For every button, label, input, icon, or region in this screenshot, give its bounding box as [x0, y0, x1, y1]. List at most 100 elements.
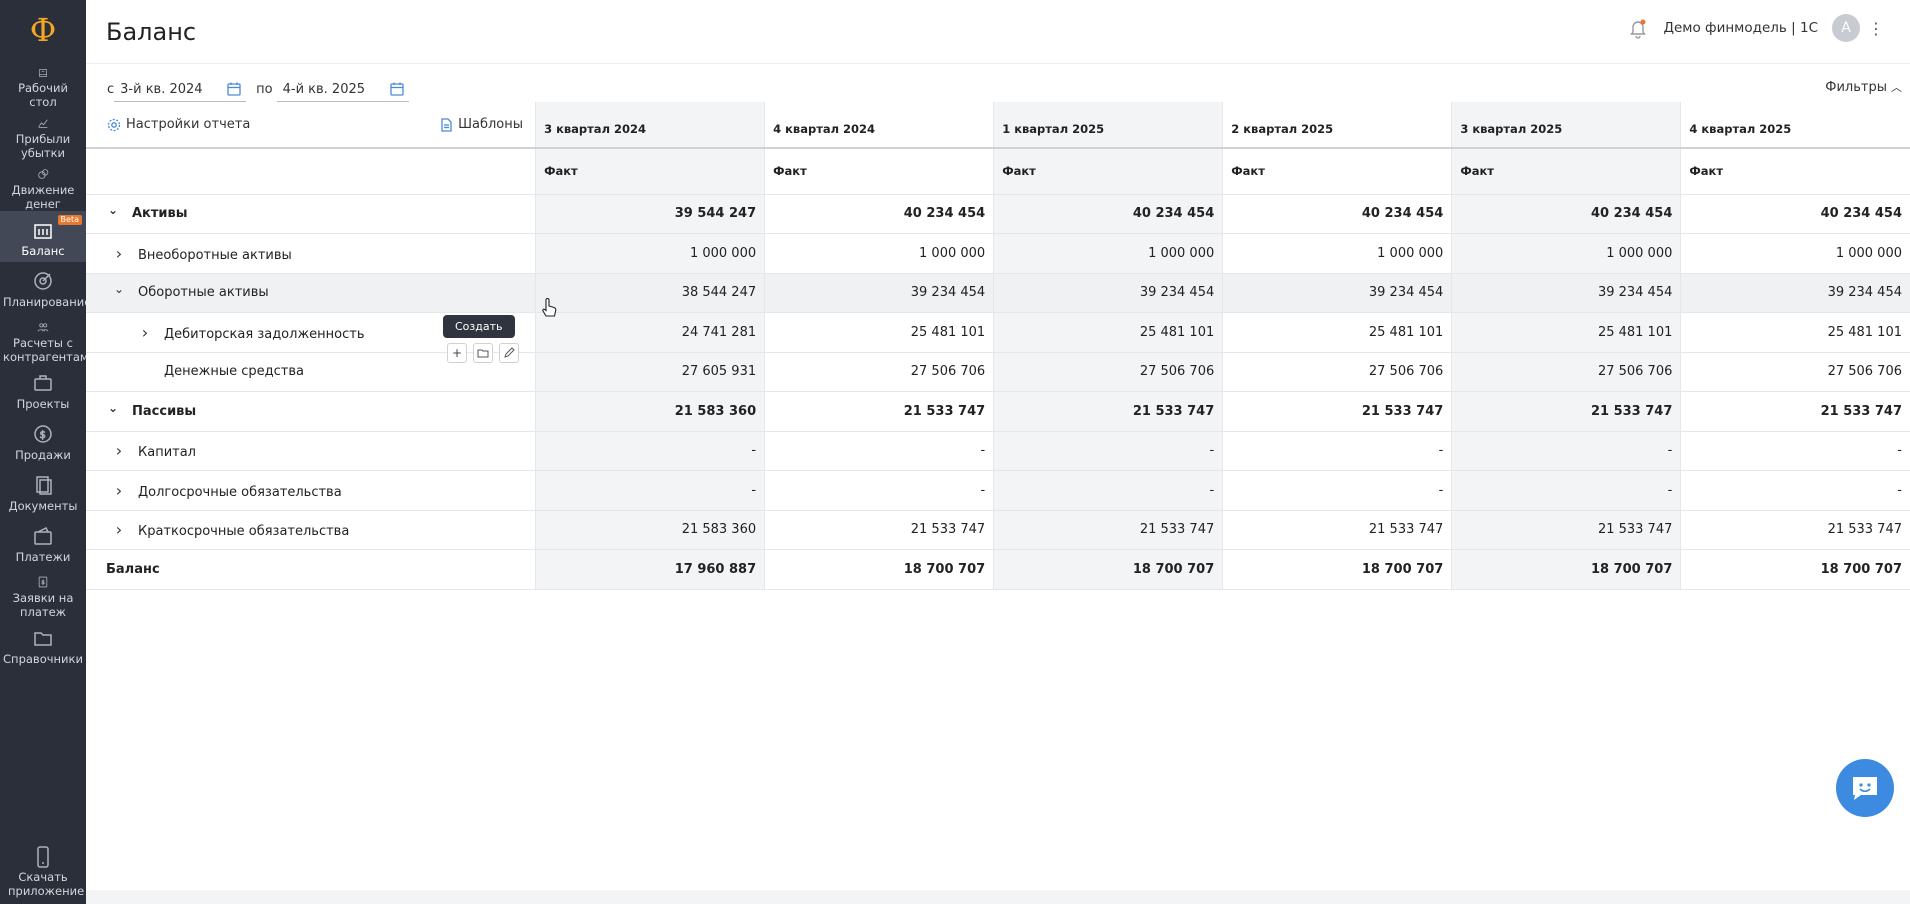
organization-name[interactable]: Демо финмодель | 1С: [1663, 20, 1818, 36]
chevron-down-icon[interactable]: ⌄: [106, 203, 120, 217]
app-logo[interactable]: Ф: [0, 0, 86, 60]
value-cell[interactable]: -: [764, 431, 994, 471]
value-cell[interactable]: 39 544 247: [535, 194, 765, 234]
value-cell[interactable]: 1 000 000: [764, 233, 994, 274]
chevron-right-icon[interactable]: ›: [112, 481, 126, 500]
value-cell[interactable]: 21 533 747: [1222, 391, 1452, 432]
value-cell[interactable]: 27 506 706: [764, 352, 994, 392]
value-cell[interactable]: -: [1680, 470, 1910, 511]
calendar-icon[interactable]: [226, 81, 242, 97]
value-cell[interactable]: -: [1451, 470, 1681, 511]
sidebar-item-request[interactable]: $ Заявки на платеж: [0, 568, 86, 619]
value-cell[interactable]: 21 533 747: [993, 510, 1223, 550]
sidebar-item-planning[interactable]: Планирование: [0, 262, 91, 313]
value-cell[interactable]: 17 960 887: [535, 549, 765, 590]
value-cell[interactable]: -: [764, 470, 994, 511]
chevron-down-icon[interactable]: ⌄: [106, 401, 120, 415]
value-cell[interactable]: -: [993, 431, 1223, 471]
value-cell[interactable]: 40 234 454: [993, 194, 1223, 234]
value-cell[interactable]: 18 700 707: [1680, 549, 1910, 590]
value-cell[interactable]: -: [535, 470, 765, 511]
value-cell[interactable]: 25 481 101: [1451, 312, 1681, 353]
sidebar-item-contractors[interactable]: Расчеты с контрагентами: [0, 313, 96, 364]
value-cell[interactable]: -: [1680, 431, 1910, 471]
sidebar-item-money[interactable]: Движение денег: [0, 160, 86, 211]
table-row[interactable]: › Дебиторская задолженность 24 741 281 25 4…: [86, 312, 1910, 353]
sidebar-item-chart[interactable]: Прибыли убытки: [0, 109, 86, 160]
value-cell[interactable]: 21 583 360: [535, 391, 765, 432]
chevron-right-icon[interactable]: ›: [112, 244, 126, 263]
chevron-right-icon[interactable]: ›: [138, 323, 152, 342]
value-cell[interactable]: 21 533 747: [993, 391, 1223, 432]
table-row[interactable]: ⌄ Пассивы 21 583 360 21 533 747 21 533 747 21…: [86, 391, 1910, 432]
value-cell[interactable]: 40 234 454: [1451, 194, 1681, 234]
value-cell[interactable]: 39 234 454: [1222, 273, 1452, 313]
sidebar-item-balance[interactable]: Баланс Beta: [0, 211, 86, 262]
table-row[interactable]: › Внеоборотные активы 1 000 000 1 000 000 1 …: [86, 233, 1910, 274]
value-cell[interactable]: 39 234 454: [764, 273, 994, 313]
table-row[interactable]: ⌄ Активы 39 544 247 40 234 454 40 234 454 40 …: [86, 194, 1910, 234]
table-row[interactable]: Баланс 17 960 887 18 700 707 18 700 707 18 7…: [86, 549, 1910, 590]
value-cell[interactable]: 1 000 000: [1680, 233, 1910, 274]
period-to-field[interactable]: 4-й кв. 2025: [276, 77, 409, 102]
value-cell[interactable]: 40 234 454: [764, 194, 994, 234]
chat-button[interactable]: [1836, 759, 1894, 817]
value-cell[interactable]: -: [1451, 431, 1681, 471]
report-settings-button[interactable]: Настройки отчета: [107, 117, 250, 132]
value-cell[interactable]: 18 700 707: [993, 549, 1223, 590]
value-cell[interactable]: 21 533 747: [1222, 510, 1452, 550]
templates-button[interactable]: Шаблоны: [439, 117, 523, 132]
value-cell[interactable]: 25 481 101: [993, 312, 1223, 353]
value-cell[interactable]: 25 481 101: [1222, 312, 1452, 353]
sidebar-item-projects[interactable]: Проекты: [0, 364, 86, 415]
value-cell[interactable]: 25 481 101: [1680, 312, 1910, 353]
value-cell[interactable]: -: [535, 431, 765, 471]
sidebar-item-documents[interactable]: Документы: [0, 466, 86, 517]
table-row[interactable]: Денежные средства 27 605 931 27 506 706 27 …: [86, 352, 1910, 392]
chevron-down-icon[interactable]: ⌄: [112, 282, 126, 296]
value-cell[interactable]: 21 533 747: [1680, 391, 1910, 432]
value-cell[interactable]: 18 700 707: [1451, 549, 1681, 590]
calendar-icon[interactable]: [389, 81, 405, 97]
value-cell[interactable]: -: [993, 470, 1223, 511]
download-app-button[interactable]: Скачать приложение: [0, 846, 86, 904]
value-cell[interactable]: 1 000 000: [1451, 233, 1681, 274]
sidebar-item-wallet[interactable]: Платежи: [0, 517, 86, 568]
avatar[interactable]: А: [1832, 14, 1860, 42]
table-row[interactable]: › Капитал - - - - - -: [86, 431, 1910, 471]
sidebar-item-desktop[interactable]: Рабочий стол: [0, 60, 86, 109]
table-row[interactable]: › Краткосрочные обязательства 21 583 360 21…: [86, 510, 1910, 550]
value-cell[interactable]: 21 533 747: [1451, 391, 1681, 432]
value-cell[interactable]: 27 506 706: [1680, 352, 1910, 392]
bell-icon[interactable]: [1627, 17, 1649, 39]
value-cell[interactable]: 24 741 281: [535, 312, 765, 353]
value-cell[interactable]: 21 533 747: [1680, 510, 1910, 550]
value-cell[interactable]: 27 506 706: [1222, 352, 1452, 392]
value-cell[interactable]: -: [1222, 431, 1452, 471]
value-cell[interactable]: 21 533 747: [764, 510, 994, 550]
sidebar-item-sales[interactable]: $ Продажи: [0, 415, 86, 466]
value-cell[interactable]: 21 533 747: [1451, 510, 1681, 550]
more-vertical-icon[interactable]: ⋮: [1868, 19, 1884, 38]
period-from-field[interactable]: 3-й кв. 2024: [114, 77, 247, 102]
table-row[interactable]: › Долгосрочные обязательства - - - - - -: [86, 470, 1910, 511]
chevron-right-icon[interactable]: ›: [112, 441, 126, 460]
value-cell[interactable]: 38 544 247: [535, 273, 765, 313]
value-cell[interactable]: 39 234 454: [1451, 273, 1681, 313]
chevron-right-icon[interactable]: ›: [112, 520, 126, 539]
value-cell[interactable]: 1 000 000: [1222, 233, 1452, 274]
value-cell[interactable]: 25 481 101: [764, 312, 994, 353]
sidebar-item-folder[interactable]: Справочники: [0, 619, 86, 670]
value-cell[interactable]: 27 506 706: [1451, 352, 1681, 392]
value-cell[interactable]: -: [1222, 470, 1452, 511]
value-cell[interactable]: 18 700 707: [764, 549, 994, 590]
value-cell[interactable]: 18 700 707: [1222, 549, 1452, 590]
value-cell[interactable]: 40 234 454: [1222, 194, 1452, 234]
add-button[interactable]: +: [447, 343, 467, 363]
table-row[interactable]: ⌄ Оборотные активы 38 544 247 39 234 454 39 …: [86, 273, 1910, 313]
value-cell[interactable]: 27 605 931: [535, 352, 765, 392]
value-cell[interactable]: 39 234 454: [1680, 273, 1910, 313]
value-cell[interactable]: 21 533 747: [764, 391, 994, 432]
edit-button[interactable]: [499, 343, 519, 363]
value-cell[interactable]: 27 506 706: [993, 352, 1223, 392]
